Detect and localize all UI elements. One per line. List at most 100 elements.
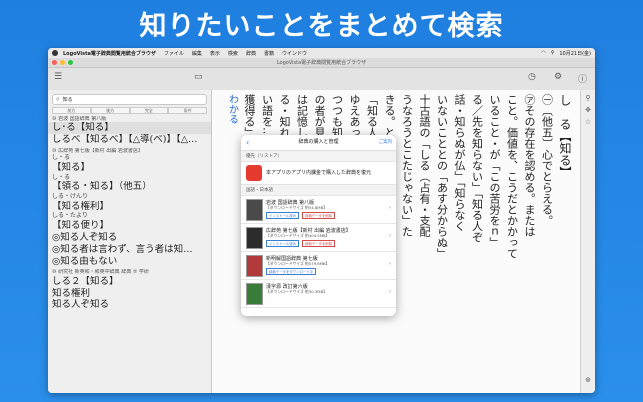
dictionary-size: 【ダウンロードサイズ 約579.6MB】 [266, 261, 330, 266]
result-row[interactable]: し・る [48, 174, 211, 182]
menu-file[interactable]: ファイル [164, 50, 184, 57]
popup-title: 辞典の購入と管理 [298, 139, 339, 145]
chevron-right-icon: › [389, 233, 391, 239]
result-row[interactable]: 【知る便り】 [48, 220, 211, 232]
reader-column: ㊀〔他五〕心でとらえる。 [540, 94, 554, 226]
dictionary-size: 【ダウンロードサイズ 約30.3MB】 [266, 289, 327, 294]
chevron-right-icon: › [389, 289, 391, 295]
section-japanese: 国語・日本語 [241, 185, 396, 196]
search-mode-tabs: 前方 後方 完全 条件 [52, 107, 207, 114]
reader-column: こと。価値を、こうだとかかって [505, 94, 519, 259]
reader-column: 獲得る」 [243, 94, 256, 138]
settings-icon[interactable]: ⚙ [554, 72, 562, 82]
window-title: LogoVista電子辞典閲覧用統合ブラウザ [276, 60, 367, 66]
result-row[interactable]: ◎知る由もない [48, 256, 211, 268]
result-row[interactable]: ◎知る人ぞ知る [48, 232, 211, 244]
search-input-icon: ⚲ [56, 96, 60, 103]
section-restore: 優先（リストア） [241, 151, 396, 162]
chevron-right-icon: › [389, 205, 391, 211]
dictionary-cover-icon [246, 283, 263, 305]
menu-date[interactable]: 10月21日(金) [559, 50, 591, 57]
search-icon[interactable]: ⚲ [581, 94, 595, 102]
bookmark-icon[interactable]: ☆ [581, 118, 595, 126]
zoom-button[interactable] [68, 60, 73, 65]
apple-icon[interactable] [52, 50, 58, 56]
tab-exact[interactable]: 完全 [129, 107, 169, 114]
toolbar: ☰ ▭ ◷ ⚙ ⓘ [48, 68, 595, 91]
next-icon[interactable]: ⊕ [581, 376, 595, 384]
dictionary-cover-icon [246, 227, 263, 249]
menu-window[interactable]: ウインドウ [282, 50, 307, 57]
reader-sidebar: ⚲ ✥ ☆ ⊕ [580, 90, 595, 393]
reader-column: る／先を知らない」「知る人ぞ [470, 94, 484, 243]
close-button[interactable] [52, 60, 57, 65]
delete-badge[interactable]: 辞典データを削除 [302, 240, 336, 247]
dictionary-cover-icon [246, 255, 263, 277]
result-row[interactable]: し･る【知る】 [48, 122, 211, 135]
menu-dictionary[interactable]: 辞典 [246, 50, 256, 57]
result-row[interactable]: しるべ【知るべ】【△導(べ)】【△… [48, 134, 211, 146]
menu-search[interactable]: 検索 [228, 50, 238, 57]
dictionary-item[interactable]: 広辞苑 第七版【新村 出編 岩波書店】 【ダウンロードサイズ 約404.5MB】イ… [241, 224, 396, 252]
reader-column: ㋐その存在を認める。または [523, 94, 536, 237]
dictionary-item[interactable]: 漢字源 改訂第六版 【ダウンロードサイズ 約30.3MB】 › [241, 280, 396, 308]
result-row[interactable]: しる・たより [48, 212, 211, 220]
popup-header: ‹ 辞典の購入と管理 ご案内 [241, 135, 396, 151]
dictionary-items: 岩波 国語辞典 第八版 【ダウンロードサイズ 約54.8MB】 インストール済み 辞典… [241, 196, 396, 308]
dictionary-size: 【ダウンロードサイズ 約404.5MB】 [266, 233, 330, 238]
result-row[interactable]: 【領る・知る】（他五） [48, 181, 211, 193]
result-row[interactable]: 知る人ぞ知る [48, 299, 211, 311]
search-icon[interactable]: ⚲ [551, 50, 555, 56]
sidebar-toggle-icon[interactable]: ▭ [194, 72, 203, 82]
back-icon[interactable]: ‹ [246, 135, 249, 150]
move-icon[interactable]: ✥ [581, 106, 595, 114]
delete-badge[interactable]: 辞典データを削除 [302, 212, 336, 219]
search-input[interactable]: ⚲ 知る [52, 94, 207, 105]
reader-column: うなろうとこたじゃない」た [400, 94, 414, 237]
result-row[interactable]: し・る [48, 154, 211, 162]
reader-column: いること・が「この苦労をｎ」 [488, 94, 501, 248]
restore-row[interactable]: 本アプリのアプリ内課金で購入した辞典を復元 [241, 162, 396, 185]
install-badge[interactable]: 辞典データをダウンロード中 [266, 268, 317, 275]
restore-text: 本アプリのアプリ内課金で購入した辞典を復元 [266, 170, 372, 176]
menu-bar: LogoVista電子辞典閲覧用統合ブラウザ ファイル 編集 表示 検索 辞典 … [48, 48, 595, 58]
headline: 知りたいことをまとめて検索 [139, 11, 504, 42]
dictionary-cover-icon [246, 199, 263, 221]
menu-view[interactable]: 表示 [210, 50, 220, 57]
reader-column: 十古語の「しる（占有・支配 [418, 94, 431, 237]
search-input-value: 知る [62, 97, 73, 103]
history-icon[interactable]: ◷ [528, 72, 536, 82]
result-row[interactable]: 【知る権利】 [48, 201, 211, 213]
purchase-popup: ‹ 辞典の購入と管理 ご案内 優先（リストア） 本アプリのアプリ内課金で購入した… [241, 135, 396, 316]
menu-books[interactable]: 書籍 [264, 50, 274, 57]
install-badge[interactable]: インストール済み [266, 240, 300, 247]
guide-link[interactable]: ご案内 [379, 135, 393, 150]
dictionary-size: 【ダウンロードサイズ 約54.8MB】 [266, 205, 327, 210]
result-row[interactable]: 【知る】 [48, 162, 211, 174]
result-row[interactable]: ◎知る者は言わず、言う者は知… [48, 244, 211, 256]
title-bar: LogoVista電子辞典閲覧用統合ブラウザ [48, 58, 595, 68]
install-badge[interactable]: インストール済み [266, 212, 300, 219]
tab-condition[interactable]: 条件 [168, 107, 207, 114]
reader-column: 話・知らぬが仏」「知らなく [453, 94, 466, 232]
tab-backward[interactable]: 後方 [90, 107, 130, 114]
result-row[interactable]: しる・けんり [48, 193, 211, 201]
minimize-button[interactable] [60, 60, 65, 65]
reader-column: いないこととの「あす分からぬ」 [435, 94, 449, 259]
menu-app[interactable]: LogoVista電子辞典閲覧用統合ブラウザ [63, 50, 156, 57]
menu-edit[interactable]: 編集 [192, 50, 202, 57]
dictionary-item[interactable]: 新明解国語辞典 第七版 【ダウンロードサイズ 約579.6MB】 辞典データをダウン… [241, 252, 396, 280]
info-icon[interactable]: ⓘ [578, 72, 587, 85]
reader-column: わかる [226, 94, 238, 124]
dictionary-list-icon[interactable]: ☰ [54, 72, 62, 82]
dictionary-item[interactable]: 岩波 国語辞典 第八版 【ダウンロードサイズ 約54.8MB】 インストール済み 辞典… [241, 196, 396, 224]
result-list: ⑩ 岩波 国語辞典 第八版 し･る【知る】 しるべ【知るべ】【△導(べ)】【△… ⑩ … [48, 116, 211, 311]
search-pane: ⚲ 知る 前方 後方 完全 条件 ⑩ 岩波 国語辞典 第八版 し･る【知る】 しるべ… [48, 90, 212, 393]
result-row[interactable]: 知る権利 [48, 288, 211, 300]
wifi-icon[interactable]: ◠ [541, 50, 545, 56]
chevron-right-icon: › [389, 261, 391, 267]
tab-forward[interactable]: 前方 [52, 107, 91, 114]
reader-column: し る【知る】 [558, 94, 572, 178]
result-row[interactable]: しる２【知る】 [48, 276, 211, 288]
store-icon [246, 165, 262, 181]
